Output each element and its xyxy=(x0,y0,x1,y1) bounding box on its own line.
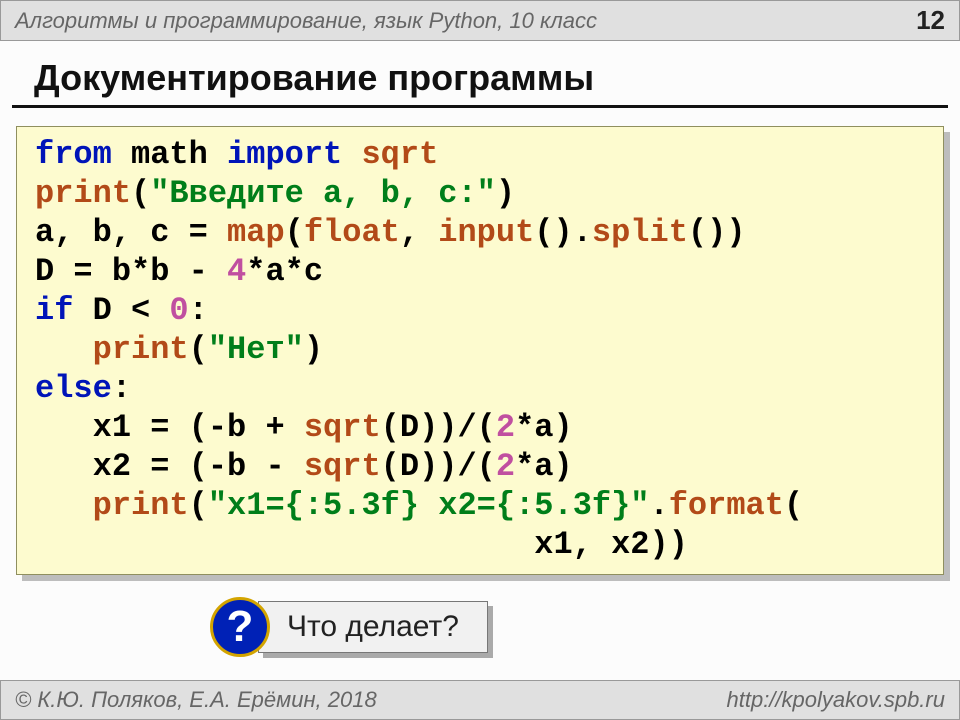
code-text: ) xyxy=(496,175,515,212)
code-text: : xyxy=(112,370,131,407)
page-number: 12 xyxy=(916,5,945,36)
code-fn: sqrt xyxy=(304,448,381,485)
code-text: x1 = (-b + xyxy=(35,409,304,446)
copyright: © К.Ю. Поляков, Е.А. Ерёмин, 2018 xyxy=(15,687,377,713)
code-num: 2 xyxy=(496,448,515,485)
code-block: from math import sqrt print("Введите a, … xyxy=(16,126,944,575)
code-fn: map xyxy=(227,214,285,251)
callout: ? Что делает? xyxy=(210,597,960,657)
code-fn: sqrt xyxy=(342,136,438,173)
code-fn: sqrt xyxy=(304,409,381,446)
code-text: (D))/( xyxy=(381,409,496,446)
code-text: D < xyxy=(73,292,169,329)
code-text: *a*c xyxy=(246,253,323,290)
code-kw: else xyxy=(35,370,112,407)
code-text: a, b, c = xyxy=(35,214,227,251)
code-kw: import xyxy=(227,136,342,173)
code-fn: format xyxy=(669,487,784,524)
code-text: *a) xyxy=(515,448,573,485)
code-text: *a) xyxy=(515,409,573,446)
code-fn: float xyxy=(304,214,400,251)
course-title: Алгоритмы и программирование, язык Pytho… xyxy=(15,8,597,34)
code-text xyxy=(35,331,93,368)
code-text: x2 = (-b - xyxy=(35,448,304,485)
code-text: x1, x2)) xyxy=(35,526,688,563)
code-kw: from xyxy=(35,136,112,173)
code-text: , xyxy=(400,214,438,251)
code-text: math xyxy=(112,136,227,173)
code-str: "Нет" xyxy=(208,331,304,368)
code-text: . xyxy=(650,487,669,524)
code-num: 2 xyxy=(496,409,515,446)
slide-footer: © К.Ю. Поляков, Е.А. Ерёмин, 2018 http:/… xyxy=(0,680,960,720)
code-str: "Введите a, b, c:" xyxy=(150,175,496,212)
code-text: ) xyxy=(304,331,323,368)
code-kw: if xyxy=(35,292,73,329)
code-fn: print xyxy=(93,331,189,368)
code-text: D = b*b - xyxy=(35,253,227,290)
question-icon: ? xyxy=(210,597,270,657)
code-text: ( xyxy=(131,175,150,212)
code-text: (). xyxy=(534,214,592,251)
code-num: 4 xyxy=(227,253,246,290)
code-text: ( xyxy=(189,487,208,524)
code-fn: print xyxy=(35,175,131,212)
code-text xyxy=(35,487,93,524)
code-fn: print xyxy=(93,487,189,524)
slide-header: Алгоритмы и программирование, язык Pytho… xyxy=(0,0,960,41)
code-fn: split xyxy=(592,214,688,251)
code-text: ( xyxy=(285,214,304,251)
code-text: ( xyxy=(784,487,803,524)
code-text: ()) xyxy=(688,214,746,251)
code-num: 0 xyxy=(169,292,188,329)
callout-text: Что делает? xyxy=(258,601,488,653)
code-text: : xyxy=(189,292,208,329)
footer-url: http://kpolyakov.spb.ru xyxy=(727,687,946,713)
slide-title: Документирование программы xyxy=(12,41,948,108)
code-str: "x1={:5.3f} x2={:5.3f}" xyxy=(208,487,650,524)
code-text: ( xyxy=(189,331,208,368)
code-text: (D))/( xyxy=(381,448,496,485)
code-fn: input xyxy=(438,214,534,251)
